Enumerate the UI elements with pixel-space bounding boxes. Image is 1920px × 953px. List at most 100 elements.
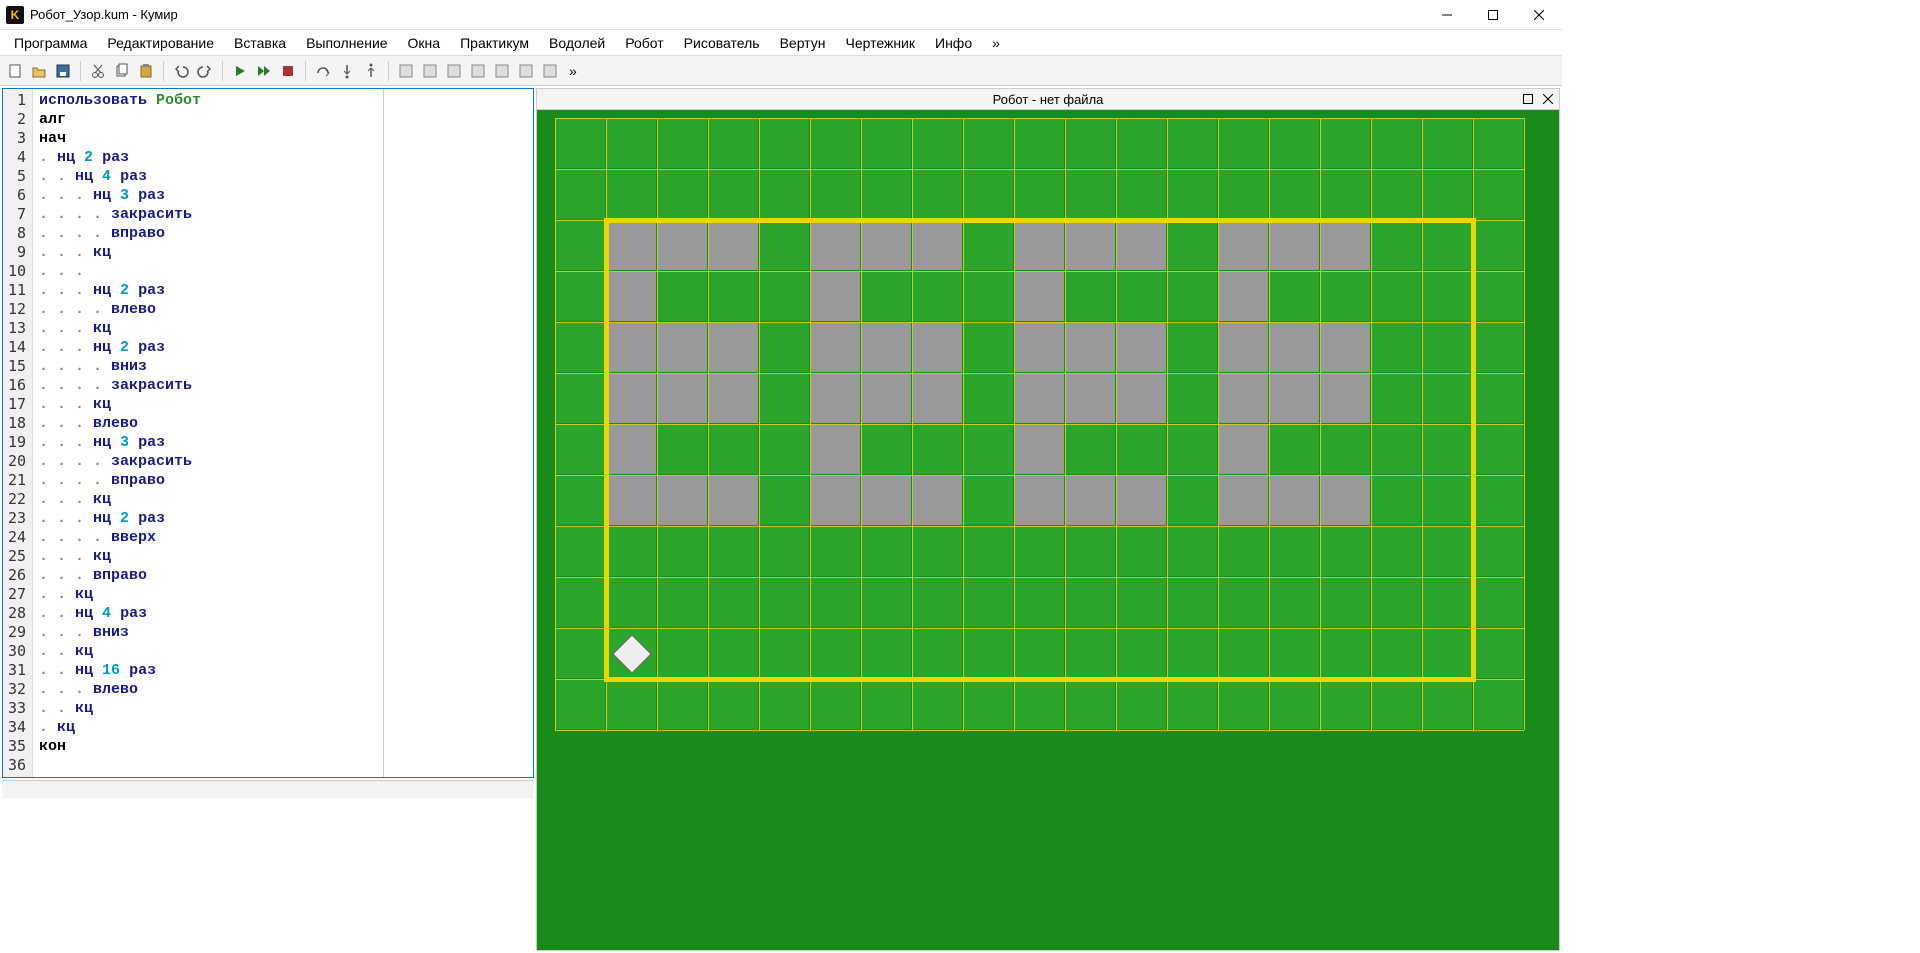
field-cell [709,323,758,372]
robot-field[interactable] [536,110,1560,951]
maximize-button[interactable] [1470,0,1516,30]
field-cell [811,578,860,627]
field-cell [1321,374,1370,423]
field-cell [1015,170,1064,219]
toolbar-overflow[interactable]: » [565,63,581,79]
field-cell [1321,119,1370,168]
field-cell [1168,119,1217,168]
panel-maximize-button[interactable] [1519,90,1537,108]
field-cell [658,374,707,423]
field-cell [1321,578,1370,627]
step-into-icon[interactable] [336,60,358,82]
field-cell [709,374,758,423]
menu-item-6[interactable]: Водолей [541,32,613,54]
field-cell [1321,629,1370,678]
field-cell [658,272,707,321]
field-cell [913,629,962,678]
tool-6-icon[interactable] [515,60,537,82]
step-out-icon[interactable] [360,60,382,82]
tool-3-icon[interactable] [443,60,465,82]
menu-item-4[interactable]: Окна [400,32,449,54]
menu-item-8[interactable]: Рисователь [676,32,768,54]
field-cell [709,527,758,576]
field-cell [1168,527,1217,576]
field-cell [862,680,911,729]
field-cell [556,272,605,321]
field-cell [1219,629,1268,678]
field-cell [607,221,656,270]
field-cell [1321,221,1370,270]
menubar: ПрограммаРедактированиеВставкаВыполнение… [0,30,1562,56]
field-cell [709,170,758,219]
menu-item-11[interactable]: Инфо [927,32,980,54]
tool-5-icon[interactable] [491,60,513,82]
run-icon[interactable] [229,60,251,82]
field-cell [1372,272,1421,321]
field-cell [556,119,605,168]
robot-panel-title: Робот - нет файла [993,92,1104,107]
redo-icon[interactable] [194,60,216,82]
field-cell [1423,680,1472,729]
field-cell [1474,221,1523,270]
panel-close-button[interactable] [1539,90,1557,108]
field-cell [1066,221,1115,270]
close-button[interactable] [1516,0,1562,30]
field-cell [1474,578,1523,627]
menu-item-7[interactable]: Робот [617,32,671,54]
field-cell [760,272,809,321]
menu-item-3[interactable]: Выполнение [298,32,395,54]
menu-item-9[interactable]: Вертун [772,32,834,54]
field-cell [1372,425,1421,474]
menu-item-5[interactable]: Практикум [452,32,537,54]
field-cell [1168,680,1217,729]
field-cell [1219,221,1268,270]
field-cell [1117,374,1166,423]
stop-icon[interactable] [277,60,299,82]
field-cell [811,527,860,576]
field-cell [607,425,656,474]
paste-icon[interactable] [135,60,157,82]
field-cell [1423,119,1472,168]
field-cell [811,272,860,321]
field-cell [1423,323,1472,372]
field-cell [1066,629,1115,678]
field-cell [1117,629,1166,678]
minimize-button[interactable] [1424,0,1470,30]
field-cell [658,221,707,270]
field-cell [1066,170,1115,219]
field-cell [607,680,656,729]
main-split: 1234567891011121314151617181920212223242… [0,86,1562,953]
run-fast-icon[interactable] [253,60,275,82]
menu-item-2[interactable]: Вставка [226,32,294,54]
field-cell [1372,476,1421,525]
field-cell [1423,476,1472,525]
field-cell [1372,221,1421,270]
menu-item-0[interactable]: Программа [6,32,95,54]
field-cell [1474,170,1523,219]
tool-4-icon[interactable] [467,60,489,82]
menu-item-12[interactable]: » [984,32,1008,54]
field-cell [1372,629,1421,678]
undo-icon[interactable] [170,60,192,82]
code-area[interactable]: 1234567891011121314151617181920212223242… [3,89,533,777]
field-cell [1474,374,1523,423]
tool-2-icon[interactable] [419,60,441,82]
save-file-icon[interactable] [52,60,74,82]
menu-item-10[interactable]: Чертежник [837,32,923,54]
field-cell [1321,272,1370,321]
cut-icon[interactable] [87,60,109,82]
code-text[interactable]: использовать Роботалгнач. нц 2 раз. . нц… [33,89,383,777]
field-cell [1270,374,1319,423]
copy-icon[interactable] [111,60,133,82]
robot-panel-header: Робот - нет файла [536,88,1560,110]
field-cell [964,323,1013,372]
field-cell [913,221,962,270]
field-cell [862,527,911,576]
field-cell [1219,425,1268,474]
tool-1-icon[interactable] [395,60,417,82]
step-over-icon[interactable] [312,60,334,82]
menu-item-1[interactable]: Редактирование [99,32,222,54]
new-file-icon[interactable] [4,60,26,82]
tool-7-icon[interactable] [539,60,561,82]
open-file-icon[interactable] [28,60,50,82]
